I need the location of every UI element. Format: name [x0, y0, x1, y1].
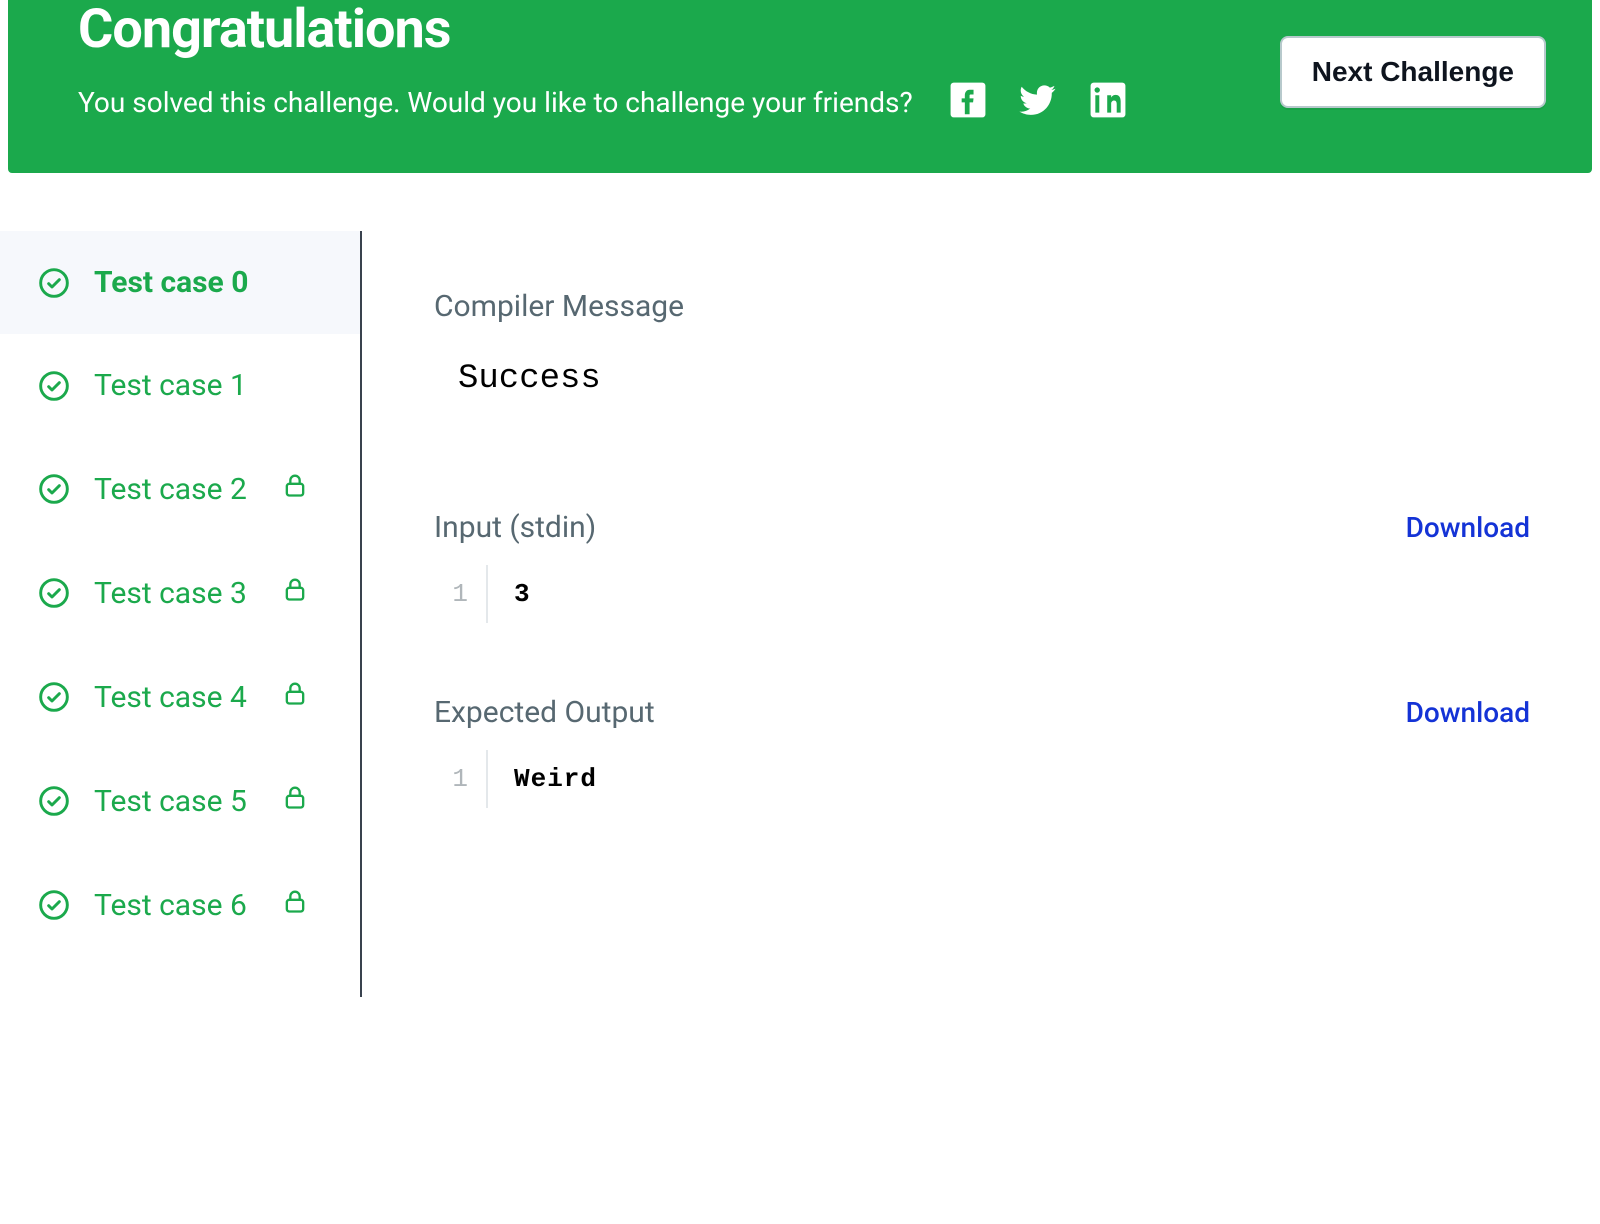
lock-icon [281, 783, 309, 819]
check-icon [38, 785, 70, 817]
banner-title: Congratulations [78, 0, 1127, 61]
input-code-block: 1 3 [434, 565, 1530, 623]
compiler-message-header: Compiler Message [434, 289, 1530, 324]
expected-header: Expected Output Download [434, 695, 1530, 730]
test-case-label: Test case 5 [94, 784, 247, 819]
lock-icon [281, 887, 309, 923]
check-icon [38, 473, 70, 505]
test-case-item-2[interactable]: Test case 2 [0, 437, 360, 541]
linkedin-icon[interactable] [1089, 81, 1127, 123]
compiler-message-label: Compiler Message [434, 289, 684, 324]
test-case-details: Compiler Message Success Input (stdin) D… [362, 231, 1600, 997]
test-case-item-1[interactable]: Test case 1 [0, 334, 360, 437]
check-icon [38, 681, 70, 713]
expected-download-link[interactable]: Download [1406, 696, 1530, 729]
banner-row: You solved this challenge. Would you lik… [78, 81, 1127, 123]
test-case-item-5[interactable]: Test case 5 [0, 749, 360, 853]
banner-subtitle: You solved this challenge. Would you lik… [78, 86, 913, 119]
test-case-label: Test case 3 [94, 576, 247, 611]
lock-icon [281, 679, 309, 715]
test-case-label: Test case 6 [94, 888, 247, 923]
test-case-item-4[interactable]: Test case 4 [0, 645, 360, 749]
lock-icon [281, 575, 309, 611]
input-value: 3 [488, 565, 531, 623]
expected-code-block: 1 Weird [434, 750, 1530, 808]
content-area: Test case 0 Test case 1 Test case 2 Test ca… [0, 231, 1600, 997]
compiler-message-value: Success [434, 344, 1530, 438]
check-icon [38, 267, 70, 299]
test-case-label: Test case 1 [94, 368, 247, 403]
check-icon [38, 889, 70, 921]
input-label: Input (stdin) [434, 510, 596, 545]
success-banner: Congratulations You solved this challeng… [8, 0, 1592, 173]
twitter-icon[interactable] [1019, 81, 1057, 123]
expected-line-number: 1 [434, 750, 488, 808]
social-icons [949, 81, 1127, 123]
check-icon [38, 577, 70, 609]
expected-label: Expected Output [434, 695, 655, 730]
test-case-item-3[interactable]: Test case 3 [0, 541, 360, 645]
input-line-number: 1 [434, 565, 488, 623]
check-icon [38, 370, 70, 402]
input-header: Input (stdin) Download [434, 510, 1530, 545]
test-case-label: Test case 4 [94, 680, 247, 715]
expected-value: Weird [488, 750, 597, 808]
test-case-label: Test case 2 [94, 472, 247, 507]
banner-content: Congratulations You solved this challeng… [78, 0, 1127, 123]
test-case-item-6[interactable]: Test case 6 [0, 853, 360, 957]
facebook-icon[interactable] [949, 81, 987, 123]
test-case-sidebar: Test case 0 Test case 1 Test case 2 Test ca… [0, 231, 362, 997]
test-case-item-0[interactable]: Test case 0 [0, 231, 360, 334]
lock-icon [281, 471, 309, 507]
next-challenge-button[interactable]: Next Challenge [1280, 36, 1546, 108]
test-case-label: Test case 0 [94, 265, 248, 300]
input-download-link[interactable]: Download [1406, 511, 1530, 544]
